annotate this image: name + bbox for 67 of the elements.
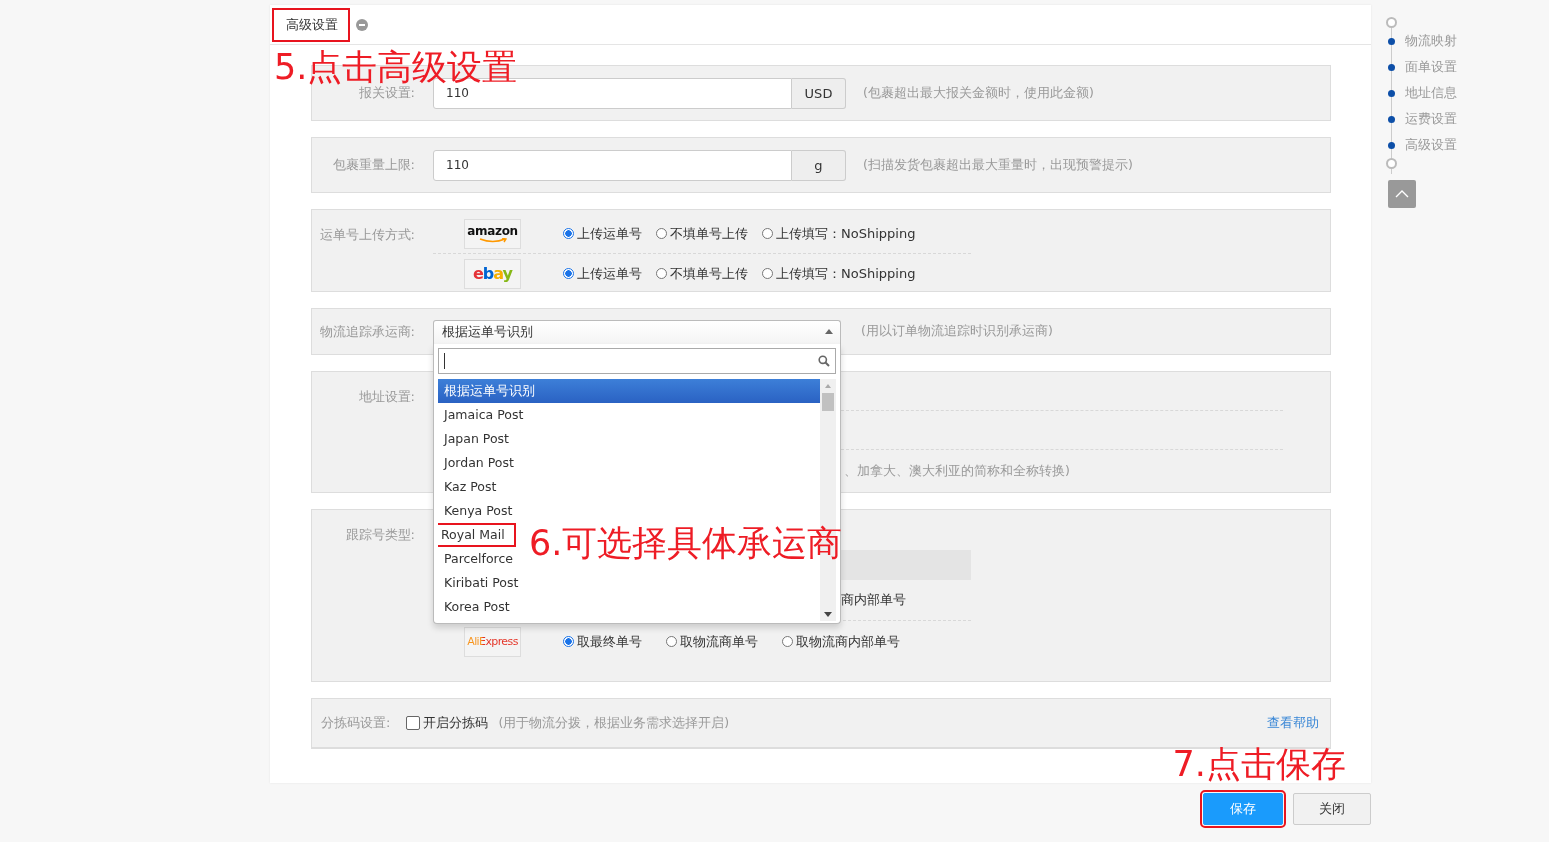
section-title[interactable]: 高级设置 [272, 7, 350, 42]
radio-label[interactable]: 上传运单号 [577, 224, 642, 243]
dropdown-option[interactable]: Kiribati Post [438, 570, 820, 595]
close-button[interactable]: 关闭 [1293, 793, 1371, 825]
dropdown-option[interactable]: Korea Post [438, 594, 820, 619]
timeline-end-icon [1386, 158, 1397, 169]
field-label: 运单号上传方式: [318, 226, 416, 244]
radio-label[interactable]: 不填单号上传 [670, 224, 748, 243]
field-label: 包裹重量上限: [331, 156, 416, 174]
search-icon [818, 354, 830, 367]
radio-button[interactable] [656, 268, 667, 279]
input-field[interactable]: 110 [433, 149, 792, 181]
radio-label[interactable]: 取物流商单号 [680, 632, 758, 651]
field-label: 跟踪号类型: [344, 526, 416, 544]
annotation-text: 6.可选择具体承运商 [529, 525, 843, 561]
search-field[interactable] [438, 347, 836, 374]
dropdown-option[interactable]: Royal Mail [438, 522, 516, 547]
field-label: 报关设置: [357, 84, 416, 102]
radio-button[interactable] [563, 228, 574, 239]
radio-label[interactable]: 上传填写：NoShipping [776, 224, 916, 243]
dropdown-option[interactable]: Jamaica Post [438, 402, 820, 427]
timeline-dot-icon [1388, 141, 1395, 149]
timeline-dot-icon [1388, 89, 1395, 97]
radio-label[interactable]: 商内部单号 [841, 591, 906, 609]
radio-label[interactable]: 取最终单号 [577, 632, 642, 651]
radio-button[interactable] [656, 228, 667, 239]
radio-label[interactable]: 取物流商内部单号 [796, 632, 900, 651]
collapse-icon[interactable] [356, 18, 368, 31]
hint-text: (用于物流分拨，根据业务需求选择开启) [498, 714, 730, 732]
timeline-dot-icon [1388, 63, 1395, 71]
timeline-dot-icon [1388, 115, 1395, 123]
field-label: 物流追踪承运商: [318, 322, 416, 341]
timeline-dot-icon [1388, 37, 1395, 45]
radio-button[interactable] [563, 636, 574, 647]
radio-button[interactable] [762, 268, 773, 279]
logo-text: amazon [467, 224, 518, 237]
hint-text: (包裹超出最大报关金额时，使用此金额) [863, 84, 1094, 102]
checkbox-label[interactable]: 开启分拣码 [423, 714, 489, 732]
radio-label[interactable]: 不填单号上传 [670, 264, 748, 283]
field-label: 分拣码设置: [321, 714, 391, 732]
caret-icon [825, 328, 833, 334]
radio-label[interactable]: 上传运单号 [577, 264, 642, 283]
unit-addon: g [792, 149, 846, 181]
hint-text: (扫描发货包裹超出最大重量时，出现预警提示) [863, 156, 1133, 174]
radio-button[interactable] [762, 228, 773, 239]
checkbox[interactable] [406, 716, 421, 730]
dropdown-option[interactable]: 根据运单号识别 [438, 378, 820, 403]
scroll-thumb[interactable] [822, 392, 834, 411]
hint-text: (用以订单物流追踪时识别承运商) [861, 323, 1053, 340]
dropdown-option[interactable]: Jordan Post [438, 450, 820, 475]
timeline-start-icon [1386, 17, 1397, 28]
logo-text: ebay [472, 264, 513, 283]
radio-label[interactable]: 上传填写：NoShipping [776, 264, 916, 283]
logo-text: AliExpress [467, 635, 518, 648]
radio-button[interactable] [563, 268, 574, 279]
annotation-text: 7.点击保存 [1172, 747, 1346, 782]
unit-addon: USD [792, 77, 846, 109]
dropdown-option[interactable]: Japan Post [438, 426, 820, 451]
radio-button[interactable] [666, 636, 677, 647]
dropdown-option[interactable]: Kaz Post [438, 474, 820, 499]
hint-text: 、加拿大、澳大利亚的简称和全称转换) [844, 462, 1070, 480]
smile-icon [478, 237, 507, 243]
field-label: 地址设置: [357, 388, 416, 406]
radio-button[interactable] [782, 636, 793, 647]
dropdown-option[interactable]: Kenya Post [438, 498, 820, 523]
chevron-up-icon [1395, 190, 1409, 198]
carrier-select[interactable]: 根据运单号识别 [433, 319, 841, 344]
